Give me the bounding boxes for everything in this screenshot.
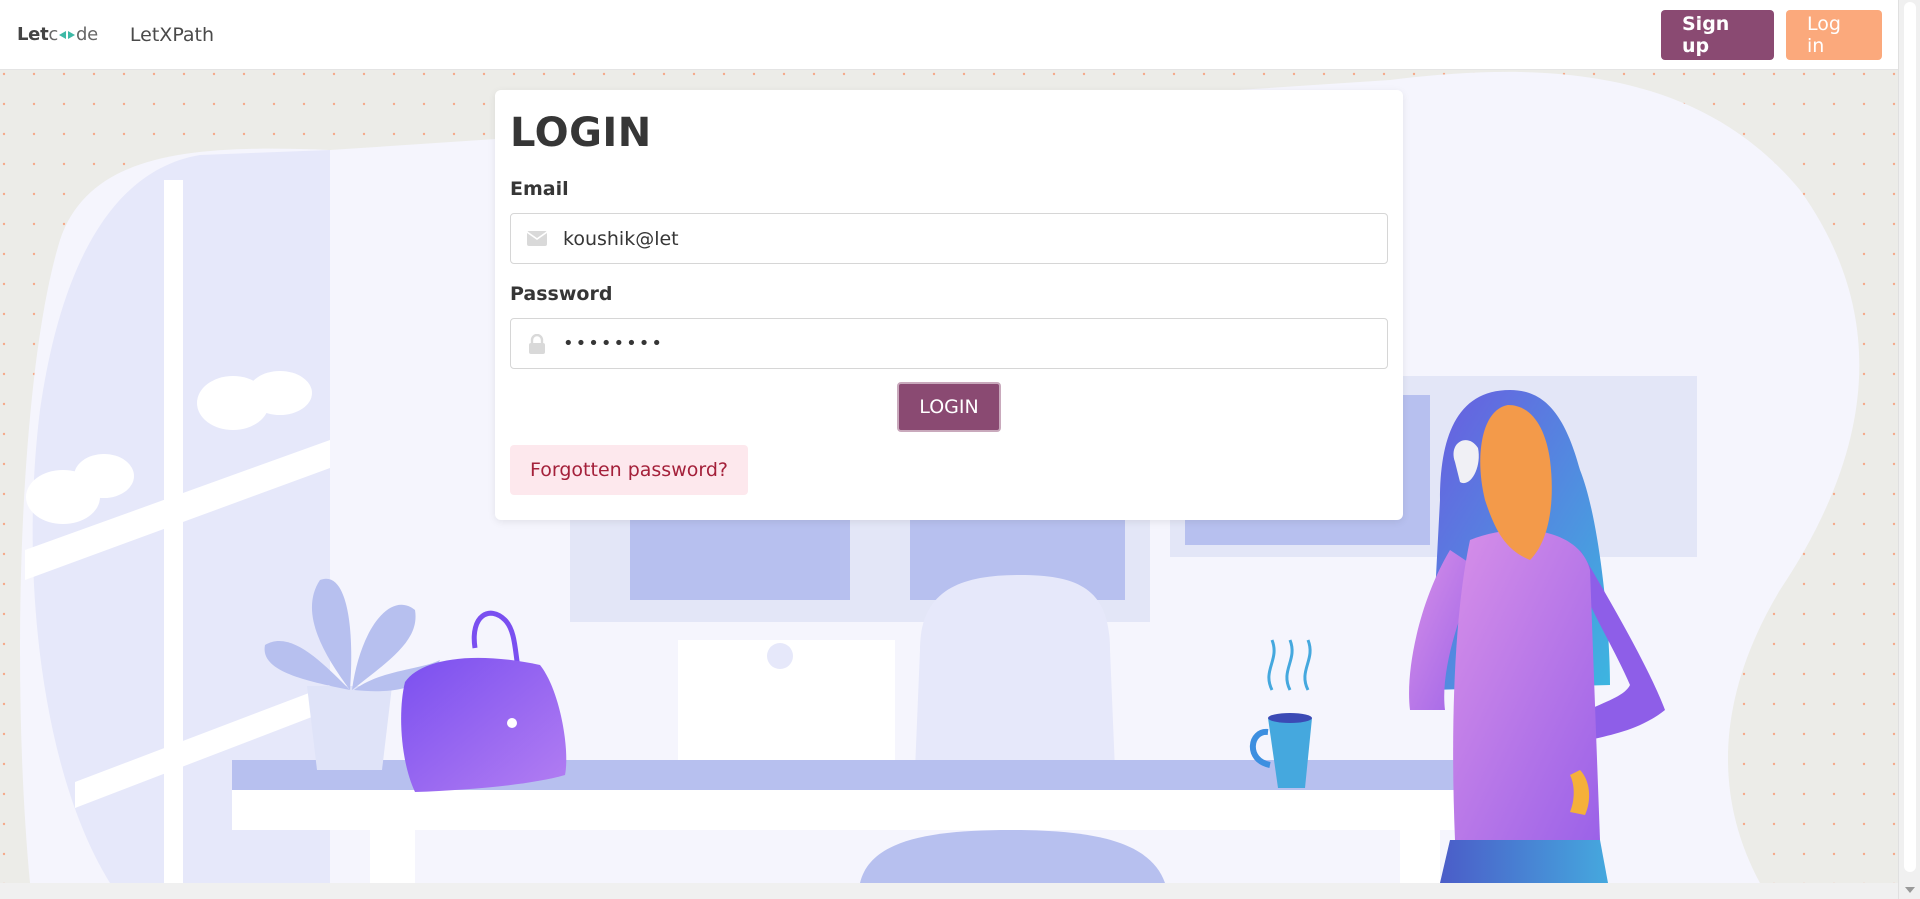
- email-field[interactable]: koushik@let: [510, 213, 1388, 264]
- brand-text-suffix: de: [76, 24, 98, 45]
- forgot-password-button[interactable]: Forgotten password?: [510, 445, 748, 495]
- top-navbar: Let c de LetXPath Sign up Log in: [0, 0, 1898, 70]
- password-label: Password: [510, 283, 613, 305]
- scroll-down-arrow-icon[interactable]: [1905, 887, 1915, 893]
- vertical-scrollbar[interactable]: [1898, 0, 1920, 899]
- signup-button[interactable]: Sign up: [1661, 9, 1774, 60]
- lock-icon: [526, 333, 548, 355]
- login-submit-button[interactable]: LOGIN: [897, 382, 1001, 432]
- email-value: koushik@let: [563, 227, 679, 250]
- login-nav-button[interactable]: Log in: [1786, 9, 1882, 60]
- password-field[interactable]: ••••••••: [510, 318, 1388, 369]
- password-value: ••••••••: [563, 333, 664, 354]
- brand-logo[interactable]: Let c de: [17, 24, 98, 45]
- login-title: LOGIN: [510, 110, 652, 156]
- code-brackets-icon: [59, 29, 75, 41]
- horizontal-scrollbar[interactable]: [0, 883, 1898, 899]
- brand-text-prefix: Let: [17, 24, 49, 45]
- nav-link-letxpath[interactable]: LetXPath: [130, 24, 214, 46]
- email-label: Email: [510, 178, 569, 200]
- envelope-icon: [526, 228, 548, 250]
- scrollbar-thumb[interactable]: [1904, 2, 1916, 872]
- login-card: LOGIN Email koushik@let Password •••••••…: [495, 90, 1403, 520]
